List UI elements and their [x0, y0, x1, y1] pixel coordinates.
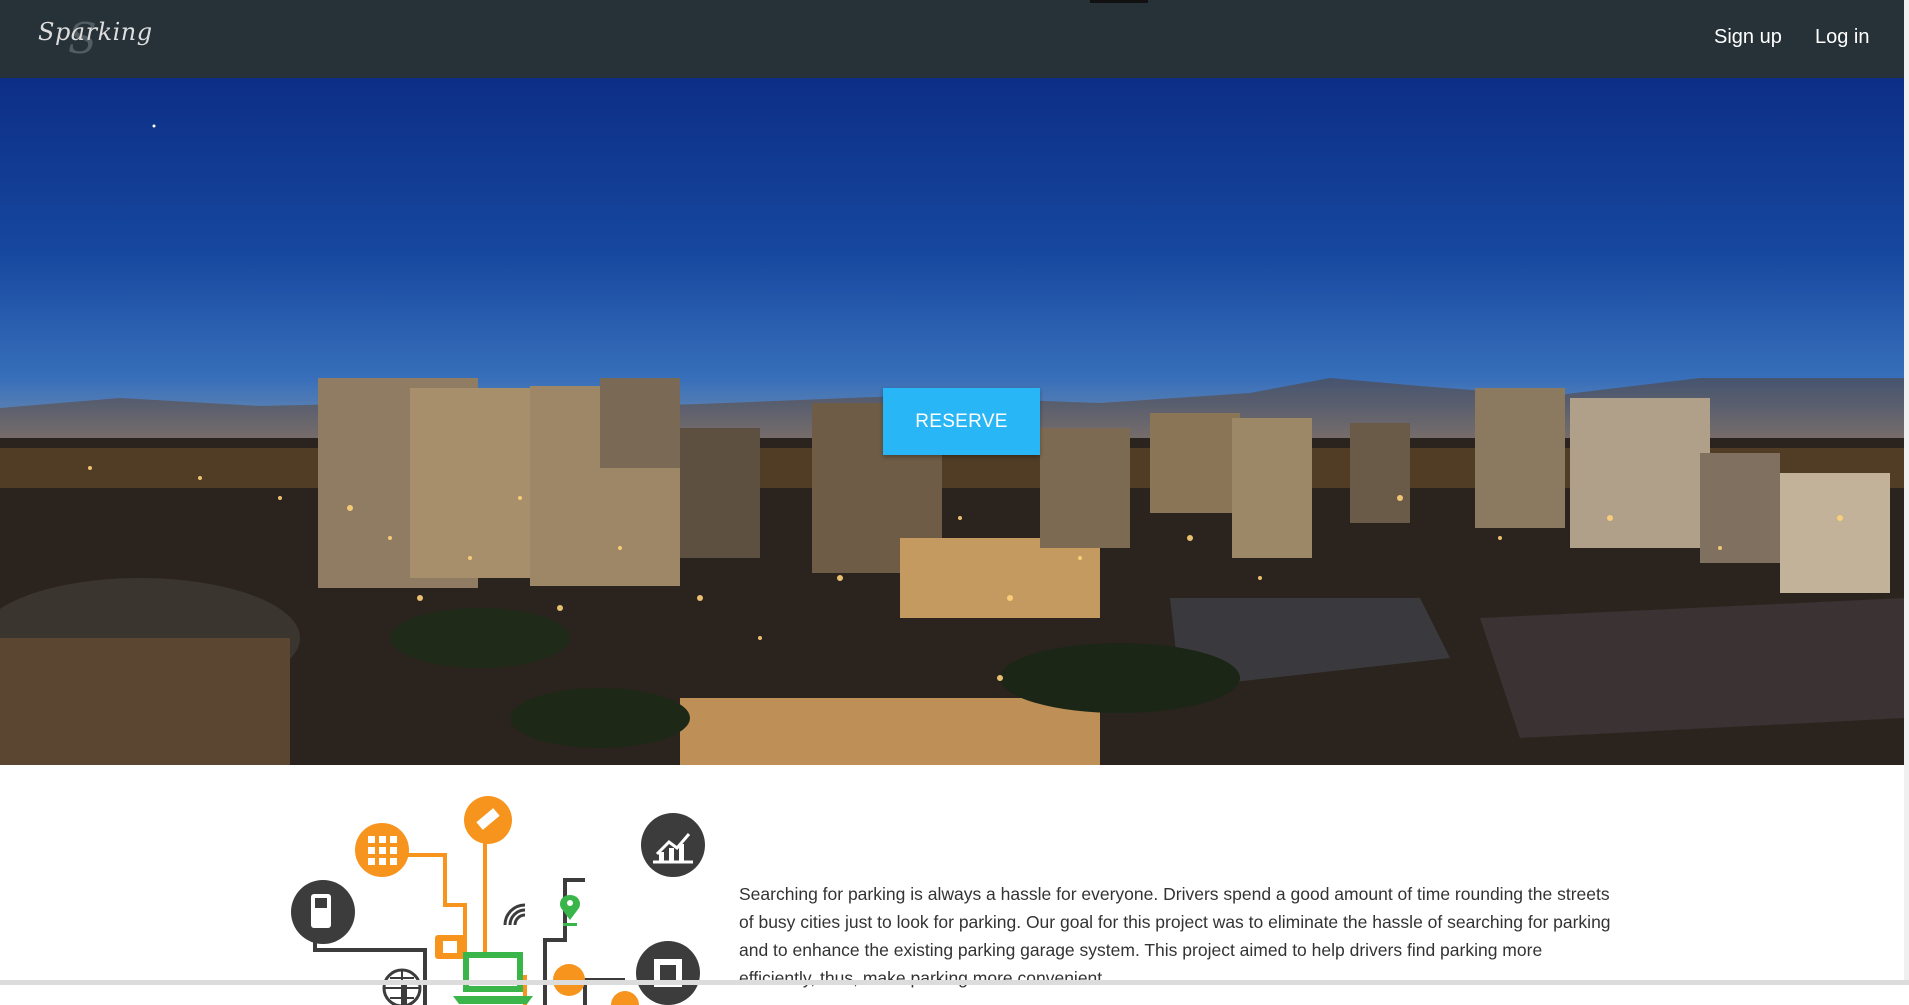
logo-flourish: S [68, 14, 98, 63]
iot-infographic [291, 796, 705, 1005]
chart-icon [641, 813, 705, 877]
signup-link[interactable]: Sign up [1714, 26, 1782, 49]
laptop-icon [453, 952, 533, 1004]
bottom-edge [0, 980, 1909, 985]
hero-banner: RESERVE [0, 78, 1904, 765]
chip-icon [636, 941, 700, 1005]
top-navbar: S Sparking Sign up Log in [0, 0, 1904, 78]
brand-logo[interactable]: S Sparking [38, 14, 153, 63]
grid-icon [355, 823, 409, 877]
tab-notch [1090, 0, 1148, 3]
reserve-button[interactable]: RESERVE [883, 388, 1040, 455]
scrollbar-track[interactable] [1904, 0, 1909, 985]
mobile-icon [291, 880, 355, 944]
globe-icon [382, 968, 422, 1005]
sensor-icon-2 [611, 991, 639, 1005]
satellite-icon [464, 796, 512, 844]
login-link[interactable]: Log in [1815, 26, 1870, 49]
about-section: Searching for parking is always a hassle… [0, 765, 1904, 1005]
wifi-icon [503, 903, 526, 926]
about-description: Searching for parking is always a hassle… [739, 884, 1611, 988]
camera-icon [435, 935, 465, 959]
